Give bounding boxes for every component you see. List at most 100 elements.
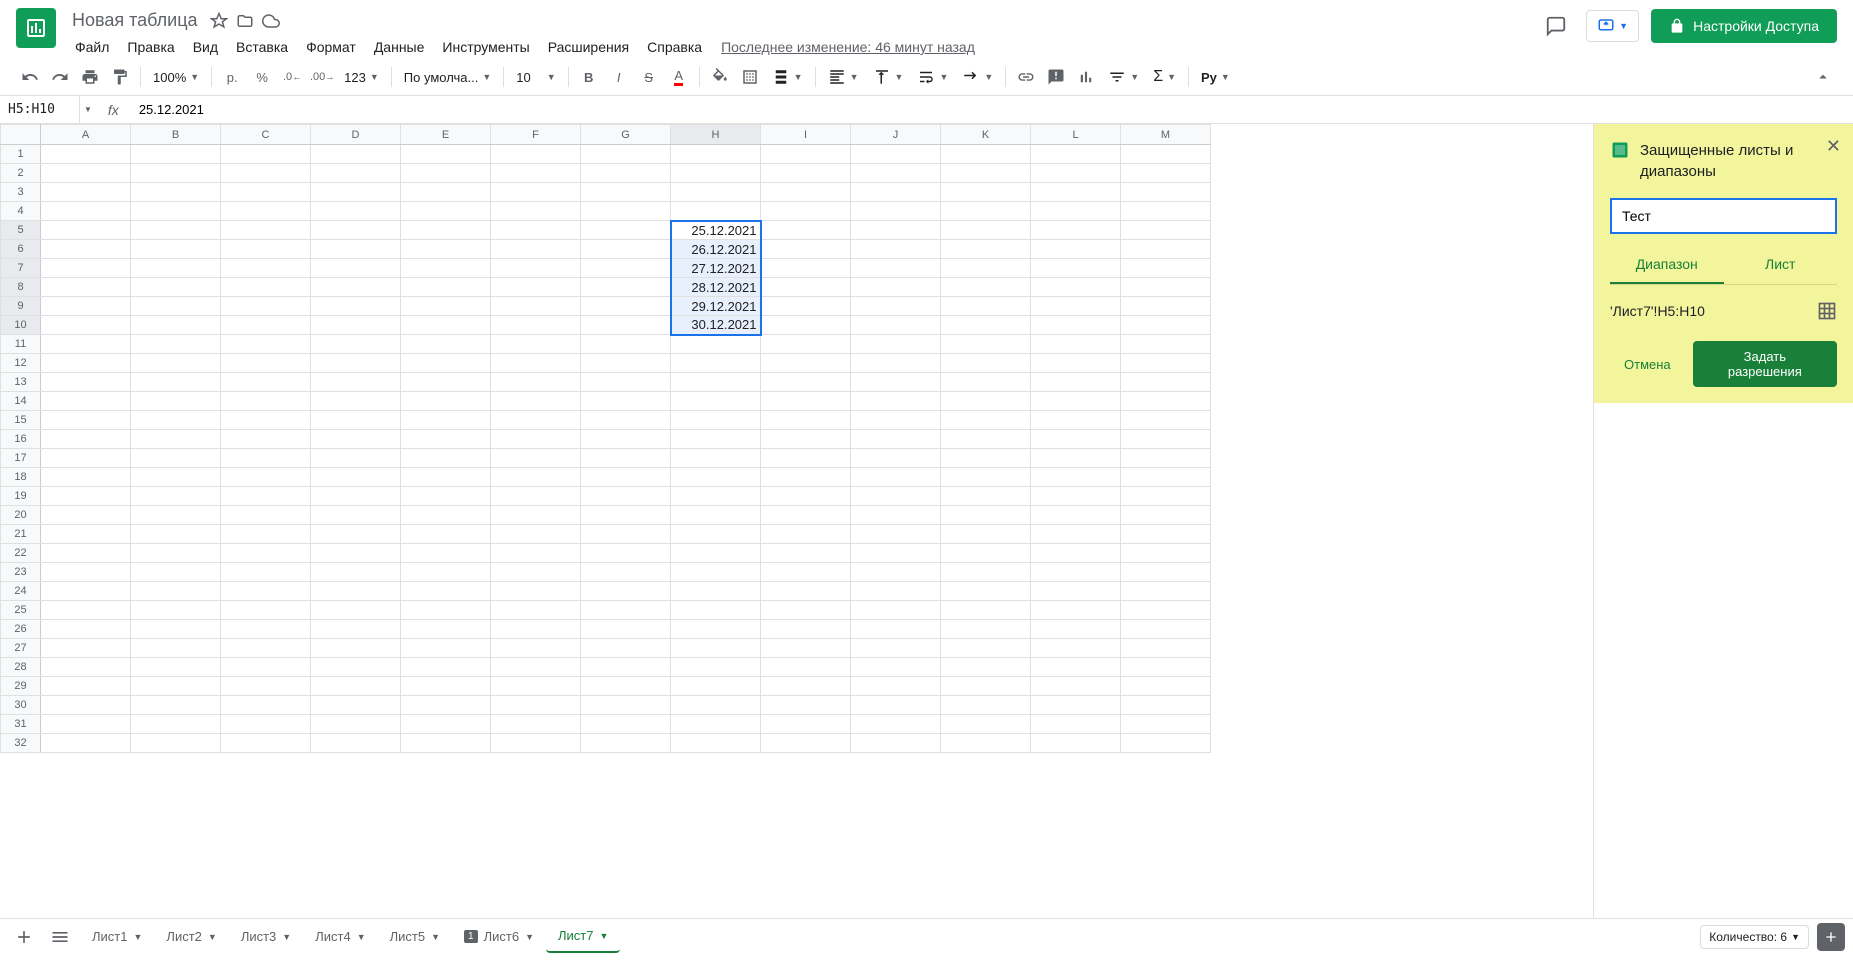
cell[interactable] xyxy=(761,582,851,601)
cell[interactable] xyxy=(761,183,851,202)
cell[interactable] xyxy=(41,221,131,240)
cell[interactable] xyxy=(41,658,131,677)
cell[interactable] xyxy=(41,164,131,183)
cell[interactable] xyxy=(1031,620,1121,639)
cell[interactable] xyxy=(221,449,311,468)
comments-icon[interactable] xyxy=(1538,8,1574,44)
cell[interactable] xyxy=(221,411,311,430)
cell[interactable] xyxy=(581,316,671,335)
cell[interactable] xyxy=(311,487,401,506)
cell[interactable] xyxy=(851,658,941,677)
cell[interactable] xyxy=(491,316,581,335)
italic-icon[interactable]: I xyxy=(605,63,633,91)
cell[interactable] xyxy=(671,411,761,430)
cell[interactable] xyxy=(221,525,311,544)
text-wrap-select[interactable]: ▼ xyxy=(911,64,954,90)
cell[interactable] xyxy=(221,487,311,506)
cell[interactable] xyxy=(1121,411,1211,430)
row-header[interactable]: 19 xyxy=(1,487,41,506)
cell[interactable] xyxy=(311,392,401,411)
cell[interactable] xyxy=(851,601,941,620)
cell[interactable] xyxy=(581,582,671,601)
cell[interactable] xyxy=(131,582,221,601)
sheet-tab[interactable]: Лист7▼ xyxy=(546,920,620,953)
cell[interactable] xyxy=(491,430,581,449)
cell[interactable] xyxy=(761,164,851,183)
cell[interactable] xyxy=(311,202,401,221)
cell[interactable] xyxy=(401,297,491,316)
cell[interactable] xyxy=(1031,525,1121,544)
cell[interactable] xyxy=(581,278,671,297)
tab-sheet[interactable]: Лист xyxy=(1724,246,1838,284)
column-header[interactable]: K xyxy=(941,125,1031,145)
cell[interactable] xyxy=(581,392,671,411)
cell[interactable] xyxy=(761,639,851,658)
cell[interactable] xyxy=(761,449,851,468)
cell[interactable] xyxy=(581,145,671,164)
cell[interactable] xyxy=(581,468,671,487)
row-header[interactable]: 3 xyxy=(1,183,41,202)
cell[interactable] xyxy=(131,620,221,639)
cell[interactable] xyxy=(1121,221,1211,240)
row-header[interactable]: 31 xyxy=(1,715,41,734)
cell[interactable] xyxy=(581,449,671,468)
cell[interactable] xyxy=(41,183,131,202)
cell[interactable] xyxy=(491,601,581,620)
cell[interactable] xyxy=(761,563,851,582)
column-header[interactable]: A xyxy=(41,125,131,145)
cell[interactable] xyxy=(401,601,491,620)
cell[interactable] xyxy=(941,335,1031,354)
cell[interactable] xyxy=(761,525,851,544)
cell[interactable] xyxy=(221,316,311,335)
row-header[interactable]: 28 xyxy=(1,658,41,677)
cell[interactable] xyxy=(131,392,221,411)
cell[interactable] xyxy=(761,430,851,449)
cell[interactable] xyxy=(311,335,401,354)
cell[interactable] xyxy=(491,468,581,487)
cell[interactable] xyxy=(1121,392,1211,411)
cell[interactable] xyxy=(581,544,671,563)
sheet-tab[interactable]: Лист2▼ xyxy=(154,920,228,953)
cell[interactable] xyxy=(311,259,401,278)
column-header[interactable]: G xyxy=(581,125,671,145)
cell[interactable] xyxy=(491,240,581,259)
cell[interactable] xyxy=(1121,601,1211,620)
number-format-select[interactable]: 123▼ xyxy=(338,66,385,89)
cell[interactable] xyxy=(401,316,491,335)
column-header[interactable]: M xyxy=(1121,125,1211,145)
cell[interactable] xyxy=(491,563,581,582)
cell[interactable] xyxy=(491,335,581,354)
cell[interactable] xyxy=(491,696,581,715)
cell[interactable] xyxy=(941,297,1031,316)
cell[interactable] xyxy=(401,563,491,582)
cell[interactable] xyxy=(401,487,491,506)
cell[interactable] xyxy=(131,297,221,316)
row-header[interactable]: 16 xyxy=(1,430,41,449)
row-header[interactable]: 10 xyxy=(1,316,41,335)
cell[interactable] xyxy=(491,677,581,696)
sheet-tab[interactable]: Лист3▼ xyxy=(229,920,303,953)
cell[interactable] xyxy=(761,259,851,278)
cell[interactable] xyxy=(131,259,221,278)
cell[interactable] xyxy=(311,734,401,753)
cell[interactable] xyxy=(851,354,941,373)
cell[interactable] xyxy=(1031,278,1121,297)
cell[interactable] xyxy=(581,677,671,696)
cell[interactable] xyxy=(1121,373,1211,392)
cell[interactable] xyxy=(941,240,1031,259)
cell[interactable] xyxy=(941,278,1031,297)
cell[interactable] xyxy=(941,449,1031,468)
cell[interactable] xyxy=(221,259,311,278)
zoom-select[interactable]: 100%▼ xyxy=(147,66,205,89)
cell[interactable] xyxy=(851,164,941,183)
cell[interactable] xyxy=(401,373,491,392)
sheet-tab[interactable]: Лист4▼ xyxy=(303,920,377,953)
cell[interactable] xyxy=(311,316,401,335)
cell[interactable] xyxy=(221,715,311,734)
row-header[interactable]: 24 xyxy=(1,582,41,601)
cell[interactable] xyxy=(851,316,941,335)
add-sheet-icon[interactable] xyxy=(8,921,40,953)
cell[interactable] xyxy=(131,430,221,449)
cell[interactable] xyxy=(761,715,851,734)
cell[interactable] xyxy=(851,430,941,449)
